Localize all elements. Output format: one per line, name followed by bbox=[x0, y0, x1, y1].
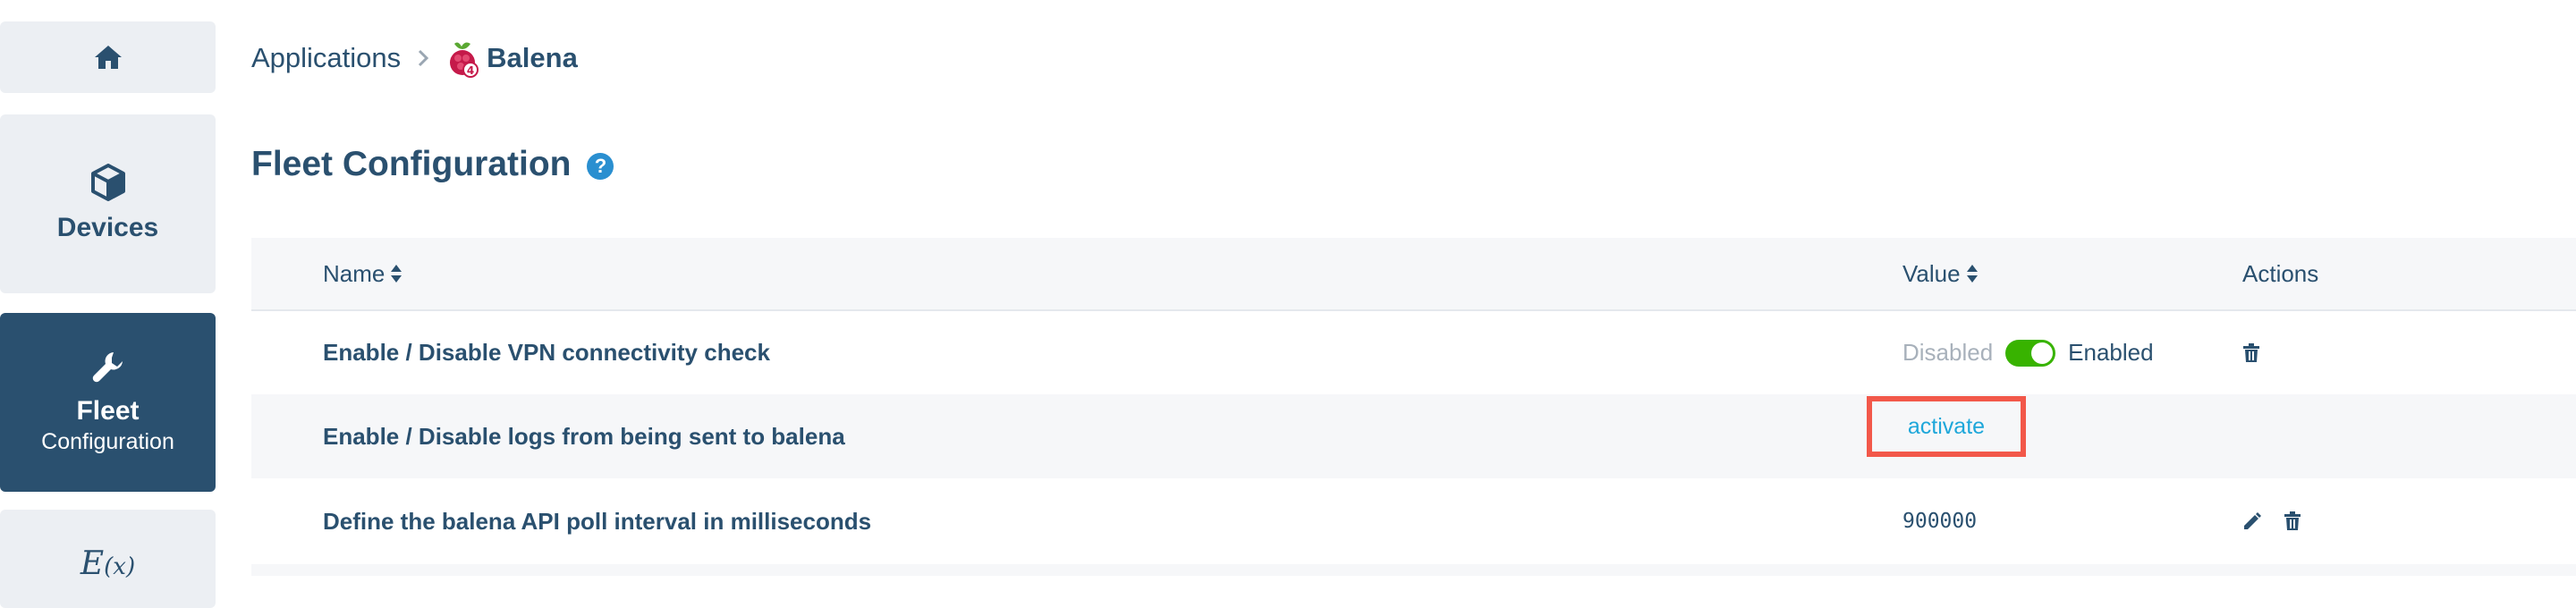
page-header: Fleet Configuration ? bbox=[251, 139, 614, 190]
row-name: Enable / Disable logs from being sent to… bbox=[323, 422, 845, 450]
sort-icon bbox=[391, 265, 402, 283]
sidebar-item-variables[interactable]: E(x) bbox=[0, 510, 216, 608]
page-title: Fleet Configuration bbox=[251, 145, 572, 183]
sidebar-devices-label: Devices bbox=[56, 213, 159, 242]
column-header-value[interactable]: Value bbox=[1902, 238, 1979, 309]
toggle-off-label: Disabled bbox=[1902, 339, 1994, 366]
table-row: Enable / Disable logs from being sent to… bbox=[251, 394, 2576, 478]
column-header-value-label: Value bbox=[1902, 259, 1961, 287]
column-header-actions: Actions bbox=[2242, 238, 2318, 309]
row-value: 900000 bbox=[1902, 510, 1978, 533]
configuration-table: Name Value Actions Enable / Disable VPN … bbox=[251, 238, 2576, 564]
vpn-toggle-switch[interactable] bbox=[2005, 339, 2056, 367]
breadcrumb-applications-link[interactable]: Applications bbox=[251, 42, 401, 74]
svg-text:4: 4 bbox=[467, 64, 474, 77]
trash-icon[interactable] bbox=[2284, 511, 2301, 531]
function-icon: E(x) bbox=[80, 545, 136, 582]
sidebar-fleet-sublabel: Configuration bbox=[41, 429, 174, 454]
table-row: Define the balena API poll interval in m… bbox=[251, 478, 2576, 564]
breadcrumb-current: 4 Balena bbox=[445, 38, 578, 78]
sort-icon bbox=[1966, 265, 1978, 283]
highlight-box: activate bbox=[1867, 396, 2026, 457]
sidebar-fleet-label: Fleet bbox=[76, 396, 140, 426]
row-name: Enable / Disable VPN connectivity check bbox=[323, 339, 770, 366]
sidebar-item-devices[interactable]: Devices bbox=[0, 114, 216, 293]
column-header-name[interactable]: Name bbox=[323, 238, 402, 309]
column-header-actions-label: Actions bbox=[2242, 259, 2319, 287]
row-actions bbox=[2242, 311, 2282, 394]
toggle-on-label: Enabled bbox=[2068, 339, 2154, 366]
trash-icon[interactable] bbox=[2242, 342, 2260, 363]
table-header: Name Value Actions bbox=[251, 238, 2576, 311]
wrench-icon bbox=[92, 352, 123, 383]
row-actions bbox=[2242, 478, 2323, 564]
breadcrumb: Applications 4 Balena bbox=[251, 36, 578, 80]
row-name: Define the balena API poll interval in m… bbox=[323, 507, 872, 535]
vpn-toggle-field: Disabled Enabled bbox=[1902, 311, 2154, 394]
pencil-icon[interactable] bbox=[2242, 511, 2262, 531]
sidebar-item-fleet-configuration[interactable]: Fleet Configuration bbox=[0, 313, 216, 492]
activate-link[interactable]: activate bbox=[1908, 414, 1985, 440]
column-header-name-label: Name bbox=[323, 259, 386, 287]
home-icon bbox=[94, 46, 122, 69]
breadcrumb-current-label: Balena bbox=[487, 42, 578, 73]
raspberry-pi-icon: 4 bbox=[450, 42, 479, 78]
sidebar-item-home[interactable] bbox=[0, 21, 216, 93]
help-icon[interactable]: ? bbox=[587, 153, 614, 180]
chevron-right-icon bbox=[417, 49, 429, 67]
cube-icon bbox=[90, 164, 125, 201]
table-row: Enable / Disable VPN connectivity check … bbox=[251, 311, 2576, 394]
table-row-partial bbox=[251, 564, 2576, 576]
